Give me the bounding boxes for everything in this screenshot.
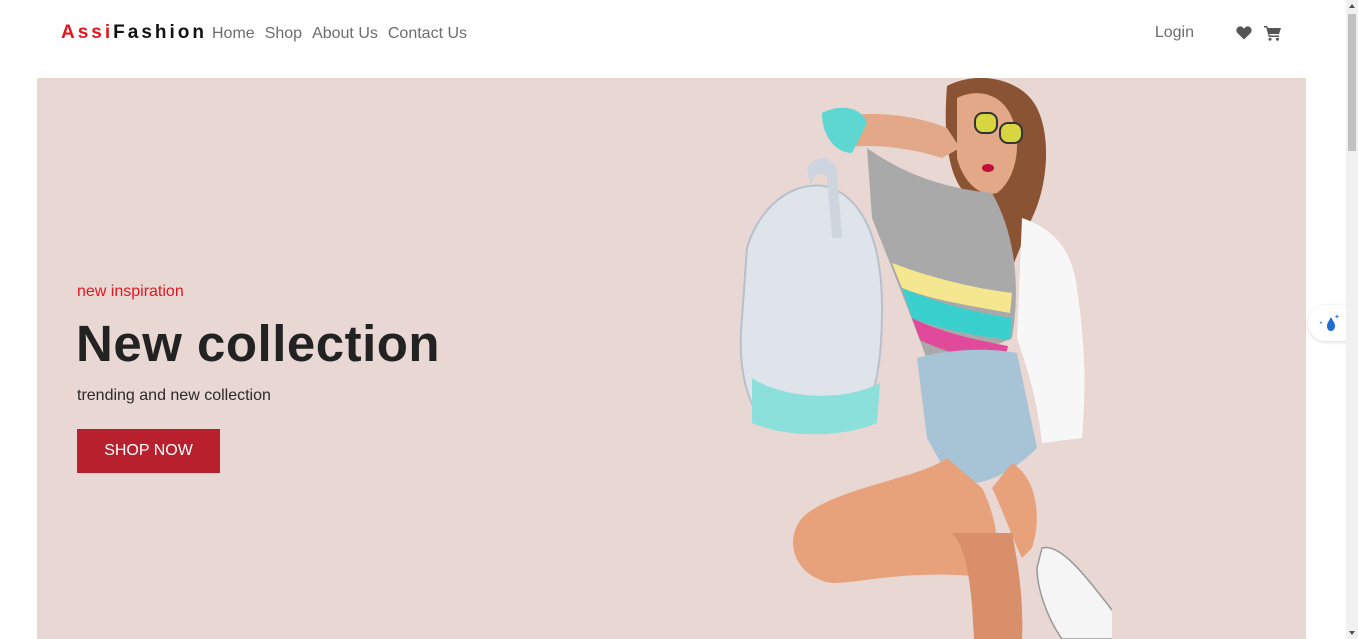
nav-links: Home Shop About Us Contact Us — [212, 25, 467, 43]
brand-logo[interactable]: AssiFashion — [61, 22, 207, 44]
shop-now-button[interactable]: SHOP NOW — [77, 429, 220, 473]
hero-model-image — [739, 78, 1112, 639]
scrollbar-thumb[interactable] — [1348, 14, 1356, 151]
scroll-up-arrow-icon[interactable] — [1346, 0, 1358, 12]
scroll-down-arrow-icon[interactable] — [1346, 627, 1358, 639]
nav-about-us[interactable]: About Us — [312, 25, 378, 43]
vertical-scrollbar[interactable] — [1346, 0, 1358, 639]
heart-icon[interactable] — [1235, 24, 1253, 42]
hero-title: New collection — [76, 315, 441, 372]
nav-home[interactable]: Home — [212, 25, 255, 43]
nav-shop[interactable]: Shop — [265, 25, 302, 43]
cart-icon[interactable] — [1264, 24, 1282, 42]
hero-eyebrow: new inspiration — [77, 283, 184, 300]
page: AssiFashion Home Shop About Us Contact U… — [0, 0, 1358, 639]
water-drop-sparkle-icon[interactable] — [1308, 305, 1350, 341]
login-link[interactable]: Login — [1155, 24, 1194, 42]
hero-subtitle: trending and new collection — [77, 387, 271, 404]
hero-banner: new inspiration New collection trending … — [37, 78, 1306, 639]
navbar: AssiFashion Home Shop About Us Contact U… — [0, 0, 1346, 70]
brand-accent: Assi — [61, 22, 114, 43]
brand-rest: Fashion — [113, 22, 207, 43]
nav-right: Login — [1155, 24, 1282, 42]
nav-contact-us[interactable]: Contact Us — [388, 25, 467, 43]
